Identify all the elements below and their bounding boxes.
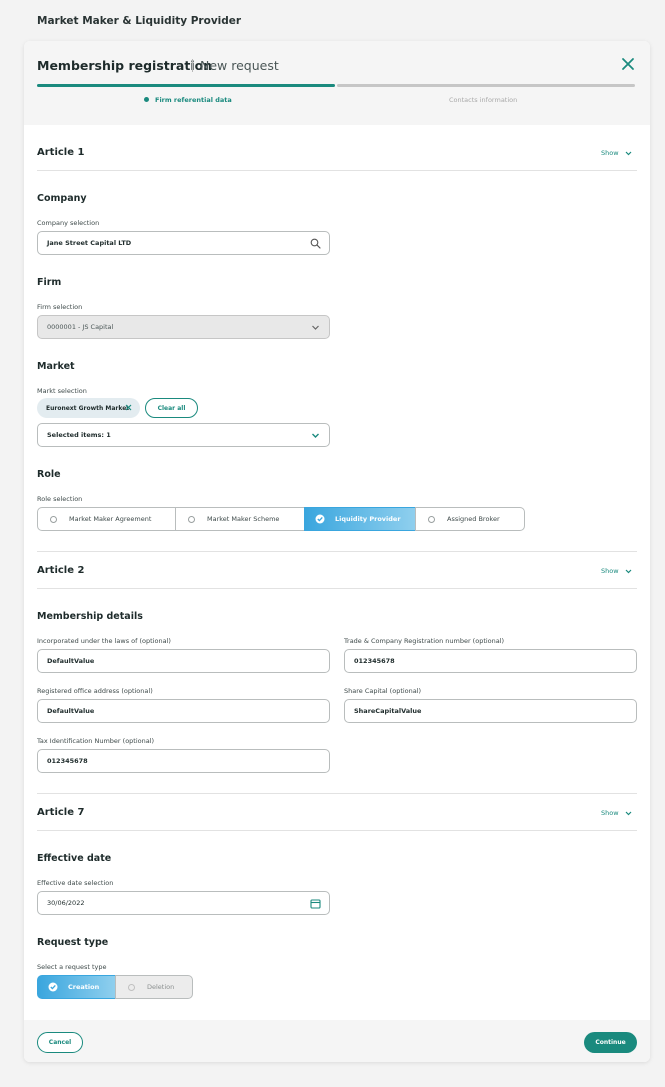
chevron-down-icon [312,325,319,330]
show-label: Show [601,809,619,817]
office-address-label: Registered office address (optional) [37,687,153,695]
role-option-label: Market Maker Agreement [69,515,152,523]
effective-date-input[interactable]: 30/06/2022 [37,891,330,915]
effective-date-title: Effective date [37,853,112,864]
office-address-value: DefaultValue [47,707,95,715]
laws-label: Incorporated under the laws of (optional… [37,637,171,645]
app-title: Market Maker & Liquidity Provider [37,15,242,27]
role-option-market-maker-agreement[interactable]: Market Maker Agreement [37,507,176,531]
close-icon[interactable] [620,56,636,72]
step-firm-referential-data[interactable]: Firm referential data [155,96,232,104]
market-selected-count: Selected items: 1 [47,431,111,439]
role-option-liquidity-provider[interactable]: Liquidity Provider [304,507,416,531]
role-option-label: Assigned Broker [447,515,500,523]
market-chip-label: Euronext Growth Market [46,404,130,412]
firm-select: 0000001 - JS Capital [37,315,330,339]
company-selection-label: Company selection [37,219,100,227]
office-address-input[interactable]: DefaultValue [37,699,330,723]
section-divider [37,170,637,171]
current-step-dot [144,97,149,102]
company-search-input[interactable]: Jane Street Capital LTD [37,231,330,255]
article-1-show-toggle[interactable]: Show [601,149,632,157]
title-divider [192,59,193,72]
registration-number-input[interactable]: 012345678 [344,649,637,673]
registration-number-label: Trade & Company Registration number (opt… [344,637,505,645]
radio-icon [128,983,135,991]
firm-selection-label: Firm selection [37,303,83,311]
section-divider [37,793,637,794]
show-label: Show [601,567,619,575]
step-contacts-information[interactable]: Contacts information [449,96,517,104]
step-progress-inactive [337,84,635,87]
tax-id-value: 012345678 [47,757,88,765]
check-icon [315,514,325,524]
market-chip: Euronext Growth Market [37,398,140,418]
card-header [24,41,650,125]
request-option-creation[interactable]: Creation [37,975,116,999]
chevron-down-icon [625,151,631,155]
calendar-icon[interactable] [310,898,321,909]
section-divider [37,551,637,552]
article-1-title: Article 1 [37,147,85,158]
chevron-down-icon[interactable] [310,430,321,441]
role-option-assigned-broker[interactable]: Assigned Broker [415,507,525,531]
request-type-title: Request type [37,937,109,948]
role-option-market-maker-scheme[interactable]: Market Maker Scheme [175,507,305,531]
request-option-label: Deletion [147,983,175,991]
radio-icon [188,515,195,523]
role-selection-label: Role selection [37,495,83,503]
role-title: Role [37,469,61,480]
market-selection-label: Markt selection [37,387,87,395]
article-2-show-toggle[interactable]: Show [601,567,632,575]
role-option-label: Market Maker Scheme [207,515,280,523]
show-label: Show [601,149,619,157]
laws-input[interactable]: DefaultValue [37,649,330,673]
radio-icon [428,515,435,523]
firm-title: Firm [37,277,62,288]
step-progress-active [37,84,335,87]
membership-details-title: Membership details [37,611,143,622]
firm-value: 0000001 - JS Capital [47,323,114,331]
company-value: Jane Street Capital LTD [47,239,132,247]
section-divider [37,830,637,831]
article-7-title: Article 7 [37,807,85,818]
section-divider [37,588,637,589]
laws-value: DefaultValue [47,657,95,665]
chevron-down-icon [625,569,631,573]
company-title: Company [37,193,87,204]
share-capital-input[interactable]: ShareCapitalValue [344,699,637,723]
chevron-down-icon [625,811,631,815]
request-option-deletion[interactable]: Deletion [115,975,193,999]
request-option-label: Creation [68,983,100,991]
article-2-title: Article 2 [37,565,85,576]
cancel-button[interactable]: Cancel [37,1032,83,1053]
modal-subtitle: New request [200,58,279,73]
modal-title: Membership registration [37,58,213,73]
tax-id-input[interactable]: 012345678 [37,749,330,773]
article-7-show-toggle[interactable]: Show [601,809,632,817]
continue-button[interactable]: Continue [584,1032,637,1053]
share-capital-label: Share Capital (optional) [344,687,422,695]
search-icon[interactable] [310,238,321,249]
role-option-label: Liquidity Provider [335,515,401,523]
check-icon [48,982,58,992]
registration-number-value: 012345678 [354,657,395,665]
market-title: Market [37,361,75,372]
effective-date-label: Effective date selection [37,879,114,887]
request-type-label: Select a request type [37,963,107,971]
tax-id-label: Tax Identification Number (optional) [37,737,155,745]
share-capital-value: ShareCapitalValue [354,707,422,715]
clear-all-button[interactable]: Clear all [145,398,198,418]
radio-icon [50,515,57,523]
market-multiselect[interactable]: Selected items: 1 [37,423,330,447]
effective-date-value: 30/06/2022 [47,899,85,907]
card-footer [24,1020,650,1062]
remove-chip-icon[interactable] [124,403,133,412]
